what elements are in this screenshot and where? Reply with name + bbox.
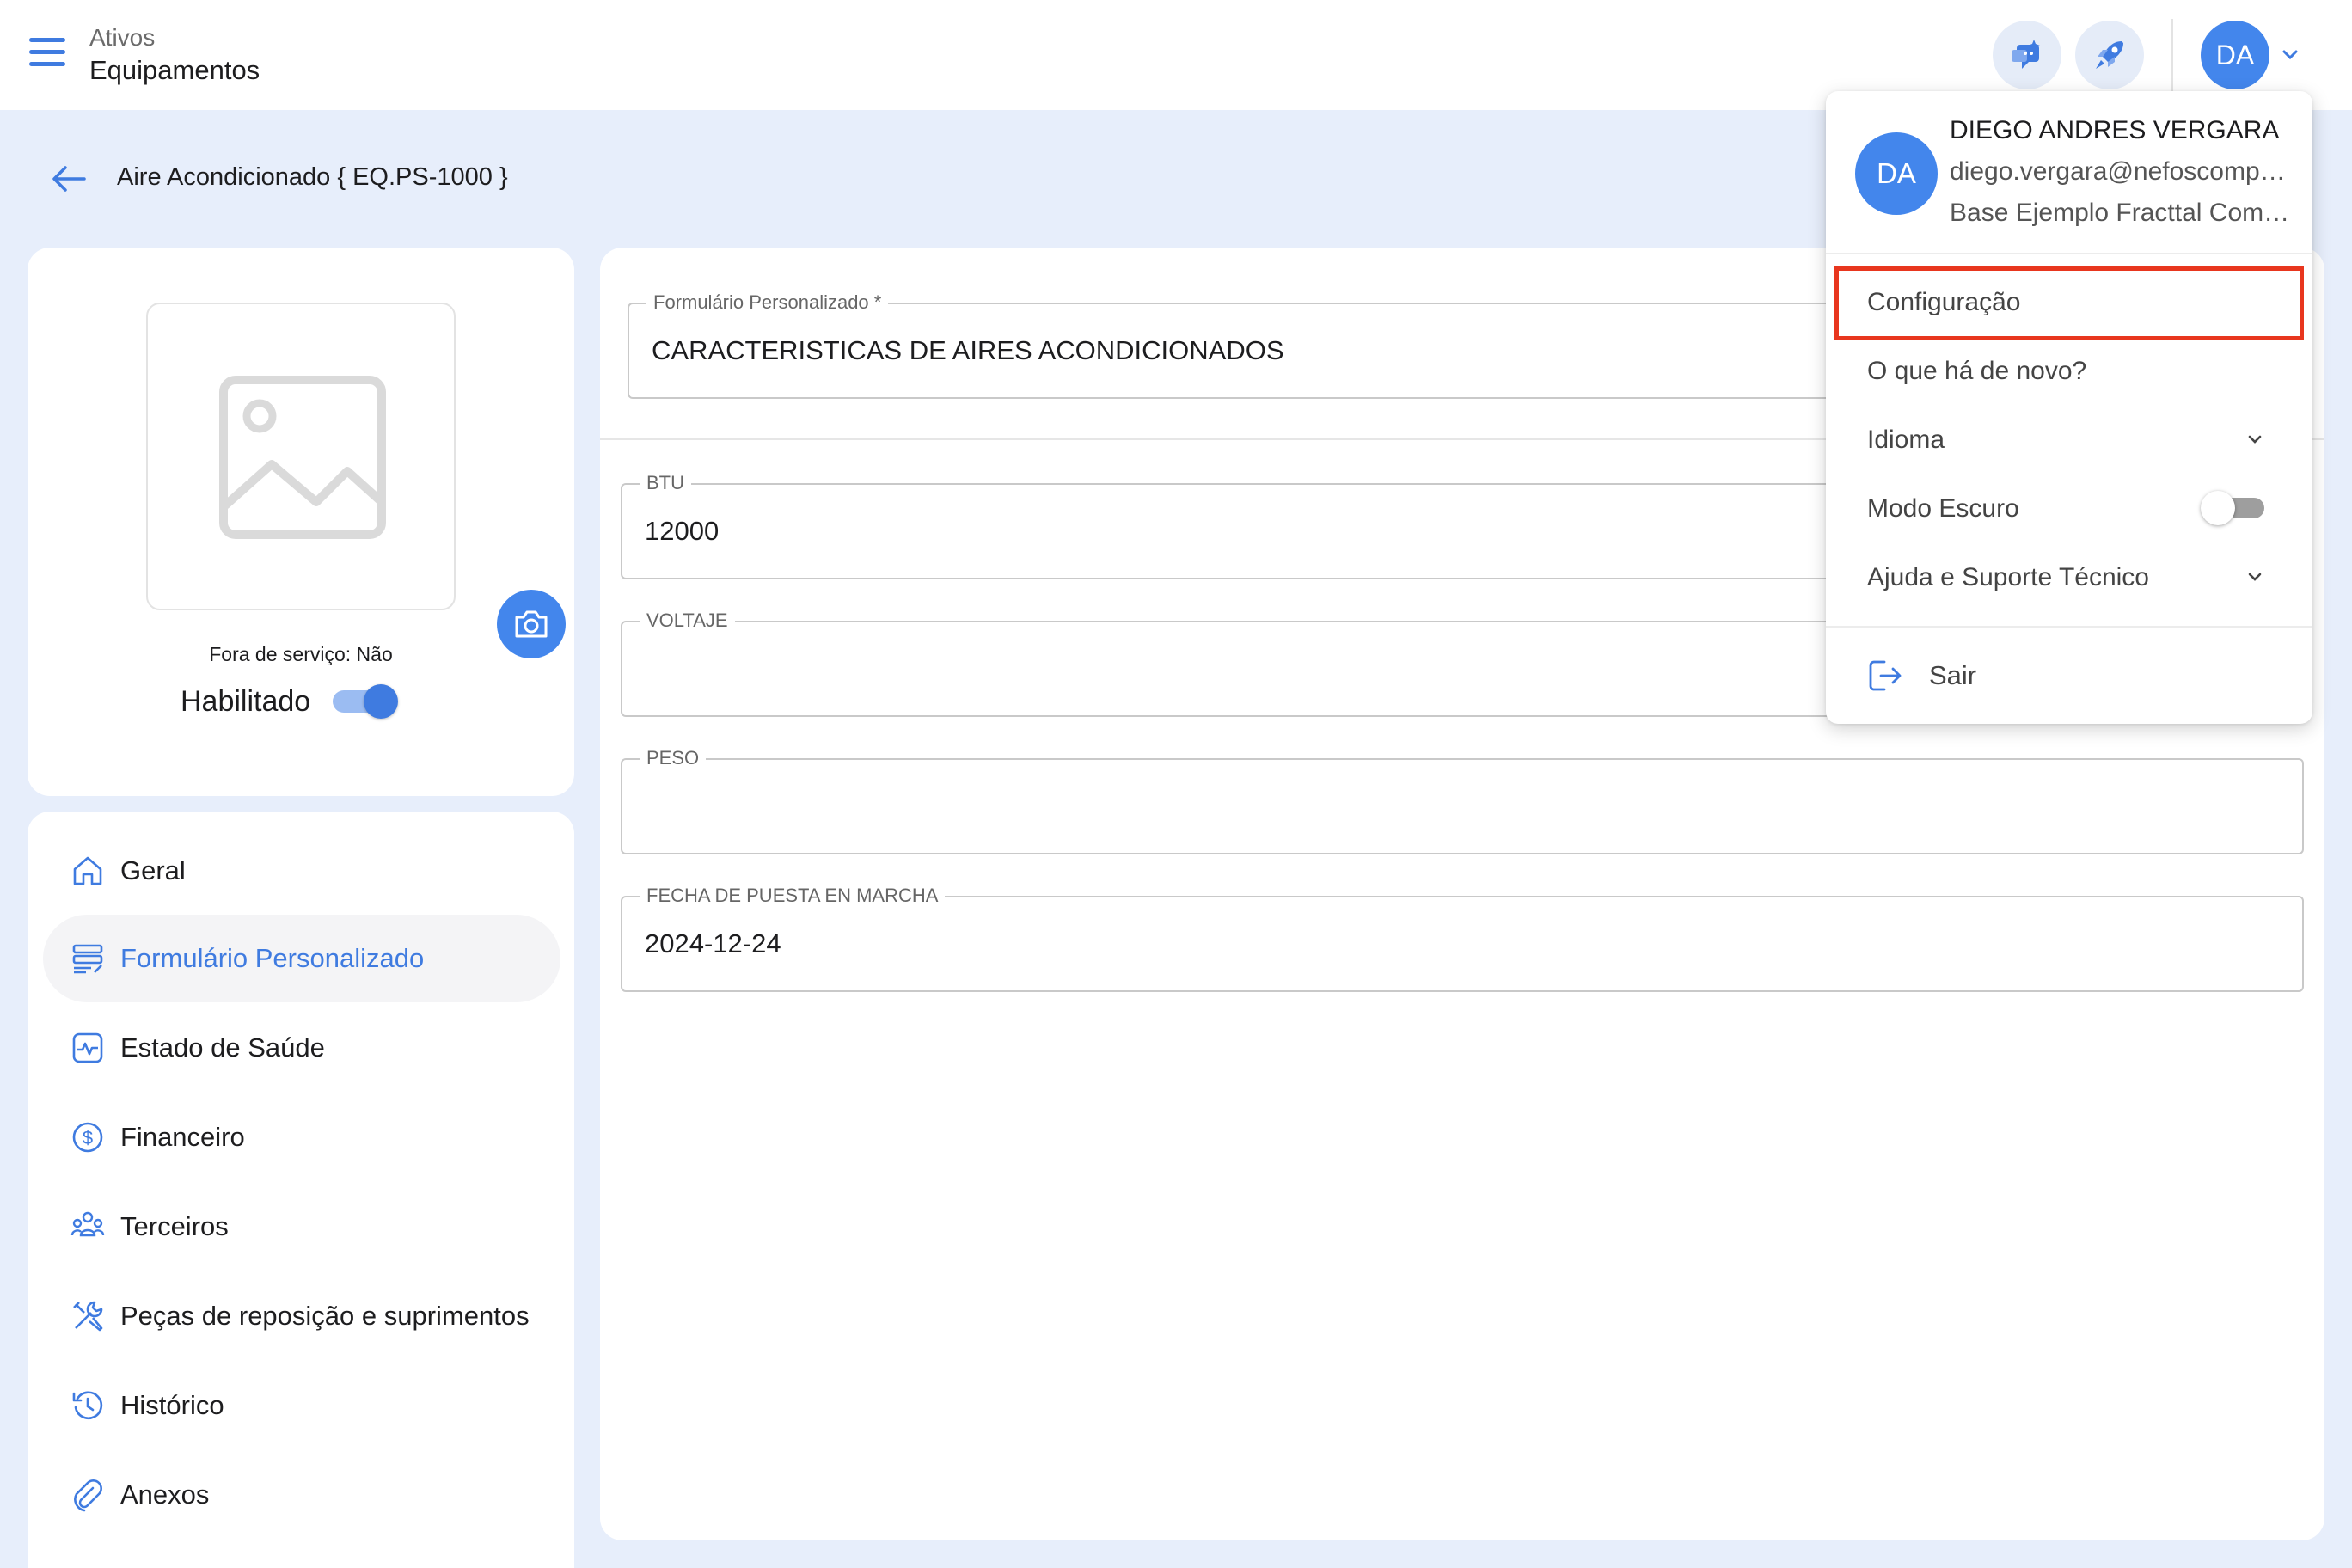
user-menu-avatar: DA bbox=[1855, 132, 1938, 215]
fecha-puesta-en-marcha-label: FECHA DE PUESTA EN MARCHA bbox=[640, 884, 946, 908]
nav-item-geral[interactable]: Geral bbox=[43, 827, 560, 915]
nav-item-formulario-personalizado[interactable]: Formulário Personalizado bbox=[43, 915, 560, 1002]
page-title: Equipamentos bbox=[89, 55, 260, 85]
chevron-down-icon bbox=[2245, 430, 2264, 453]
breadcrumb: Ativos Equipamentos bbox=[89, 22, 260, 88]
history-icon bbox=[69, 1387, 107, 1424]
health-icon bbox=[69, 1029, 107, 1067]
user-menu-dropdown: DA DIEGO ANDRES VERGARA diego.vergara@ne… bbox=[1826, 91, 2312, 724]
peso-label: PESO bbox=[640, 746, 707, 770]
nav-item-financeiro[interactable]: $ Financeiro bbox=[43, 1093, 560, 1181]
fecha-puesta-en-marcha-field[interactable]: FECHA DE PUESTA EN MARCHA 2024-12-24 bbox=[621, 884, 2304, 992]
highlight-annotation bbox=[1834, 266, 2304, 340]
nav-item-label: Financeiro bbox=[120, 1122, 245, 1152]
nav-item-label: Formulário Personalizado bbox=[120, 943, 425, 973]
voltaje-label: VOLTAJE bbox=[640, 609, 735, 633]
nav-item-historico[interactable]: Histórico bbox=[43, 1362, 560, 1449]
nav-item-label: Estado de Saúde bbox=[120, 1032, 325, 1063]
nav-item-label: Histórico bbox=[120, 1390, 224, 1420]
dollar-icon: $ bbox=[69, 1118, 107, 1156]
chat-sparkle-icon bbox=[2012, 40, 2040, 69]
menu-divider bbox=[1826, 626, 2312, 628]
chat-ai-button[interactable] bbox=[1993, 21, 2061, 89]
enabled-row: Habilitado bbox=[181, 684, 399, 719]
out-of-service-status: Fora de serviço: Não bbox=[209, 643, 393, 665]
btu-value: 12000 bbox=[645, 516, 720, 546]
nav-item-label: Terceiros bbox=[120, 1211, 229, 1241]
breadcrumb-parent[interactable]: Ativos bbox=[89, 22, 260, 53]
svg-text:$: $ bbox=[83, 1127, 93, 1148]
user-company: Base Ejemplo Fracttal Company bbox=[1950, 199, 2290, 227]
logout-label: Sair bbox=[1929, 660, 1977, 690]
user-email: diego.vergara@nefoscompany.com bbox=[1950, 157, 2290, 186]
logout-button[interactable]: Sair bbox=[1826, 641, 2312, 710]
user-name: DIEGO ANDRES VERGARA bbox=[1950, 116, 2280, 144]
nav-item-terceiros[interactable]: Terceiros bbox=[43, 1183, 560, 1271]
rocket-button[interactable] bbox=[2075, 21, 2144, 89]
custom-form-value: CARACTERISTICAS DE AIRES ACONDICIONADOS bbox=[652, 335, 1284, 365]
nav-item-estado-de-saude[interactable]: Estado de Saúde bbox=[43, 1004, 560, 1092]
camera-icon bbox=[515, 610, 548, 638]
nav-item-label: Geral bbox=[120, 855, 186, 885]
peso-field[interactable]: PESO bbox=[621, 746, 2304, 854]
nav-item-pecas-de-reposicao[interactable]: Peças de reposição e suprimentos bbox=[43, 1272, 560, 1360]
form-icon bbox=[69, 940, 107, 977]
back-arrow-icon[interactable] bbox=[50, 163, 88, 199]
top-bar-divider bbox=[2171, 19, 2173, 91]
chevron-down-icon[interactable] bbox=[2280, 45, 2300, 70]
menu-item-label: O que há de novo? bbox=[1867, 357, 2087, 385]
hamburger-menu-icon[interactable] bbox=[29, 38, 65, 72]
menu-item-label: Modo Escuro bbox=[1867, 494, 2019, 523]
chevron-down-icon bbox=[2245, 567, 2264, 591]
menu-item-dark-mode[interactable]: Modo Escuro bbox=[1826, 476, 2312, 542]
custom-form-label: Formulário Personalizado * bbox=[646, 291, 889, 315]
asset-title: Aire Acondicionado { EQ.PS-1000 } bbox=[117, 163, 508, 191]
enabled-toggle[interactable] bbox=[333, 684, 399, 719]
image-placeholder-icon bbox=[219, 376, 386, 539]
asset-image[interactable] bbox=[146, 303, 566, 658]
btu-label: BTU bbox=[640, 471, 691, 495]
dark-mode-toggle[interactable] bbox=[2201, 490, 2266, 525]
user-avatar-button[interactable]: DA bbox=[2201, 21, 2269, 89]
home-icon bbox=[69, 852, 107, 890]
people-icon bbox=[69, 1208, 107, 1246]
logout-icon bbox=[1865, 657, 1903, 699]
nav-item-label: Anexos bbox=[120, 1479, 210, 1510]
fecha-puesta-en-marcha-value: 2024-12-24 bbox=[645, 928, 781, 959]
menu-item-whats-new[interactable]: O que há de novo? bbox=[1826, 339, 2312, 404]
asset-image-card: Fora de serviço: Não Habilitado bbox=[28, 248, 574, 796]
menu-item-label: Idioma bbox=[1867, 426, 1945, 454]
menu-item-help[interactable]: Ajuda e Suporte Técnico bbox=[1826, 545, 2312, 610]
nav-item-label: Peças de reposição e suprimentos bbox=[120, 1301, 530, 1331]
menu-divider bbox=[1826, 253, 2312, 254]
enabled-label: Habilitado bbox=[181, 684, 311, 718]
menu-item-language[interactable]: Idioma bbox=[1826, 407, 2312, 473]
rocket-icon bbox=[2096, 41, 2123, 69]
tools-icon bbox=[69, 1297, 107, 1335]
attachment-icon bbox=[69, 1476, 107, 1514]
menu-item-label: Ajuda e Suporte Técnico bbox=[1867, 563, 2149, 591]
nav-item-anexos[interactable]: Anexos bbox=[43, 1451, 560, 1539]
asset-section-nav: Geral Formulário Personalizado Estado de… bbox=[28, 812, 574, 1568]
